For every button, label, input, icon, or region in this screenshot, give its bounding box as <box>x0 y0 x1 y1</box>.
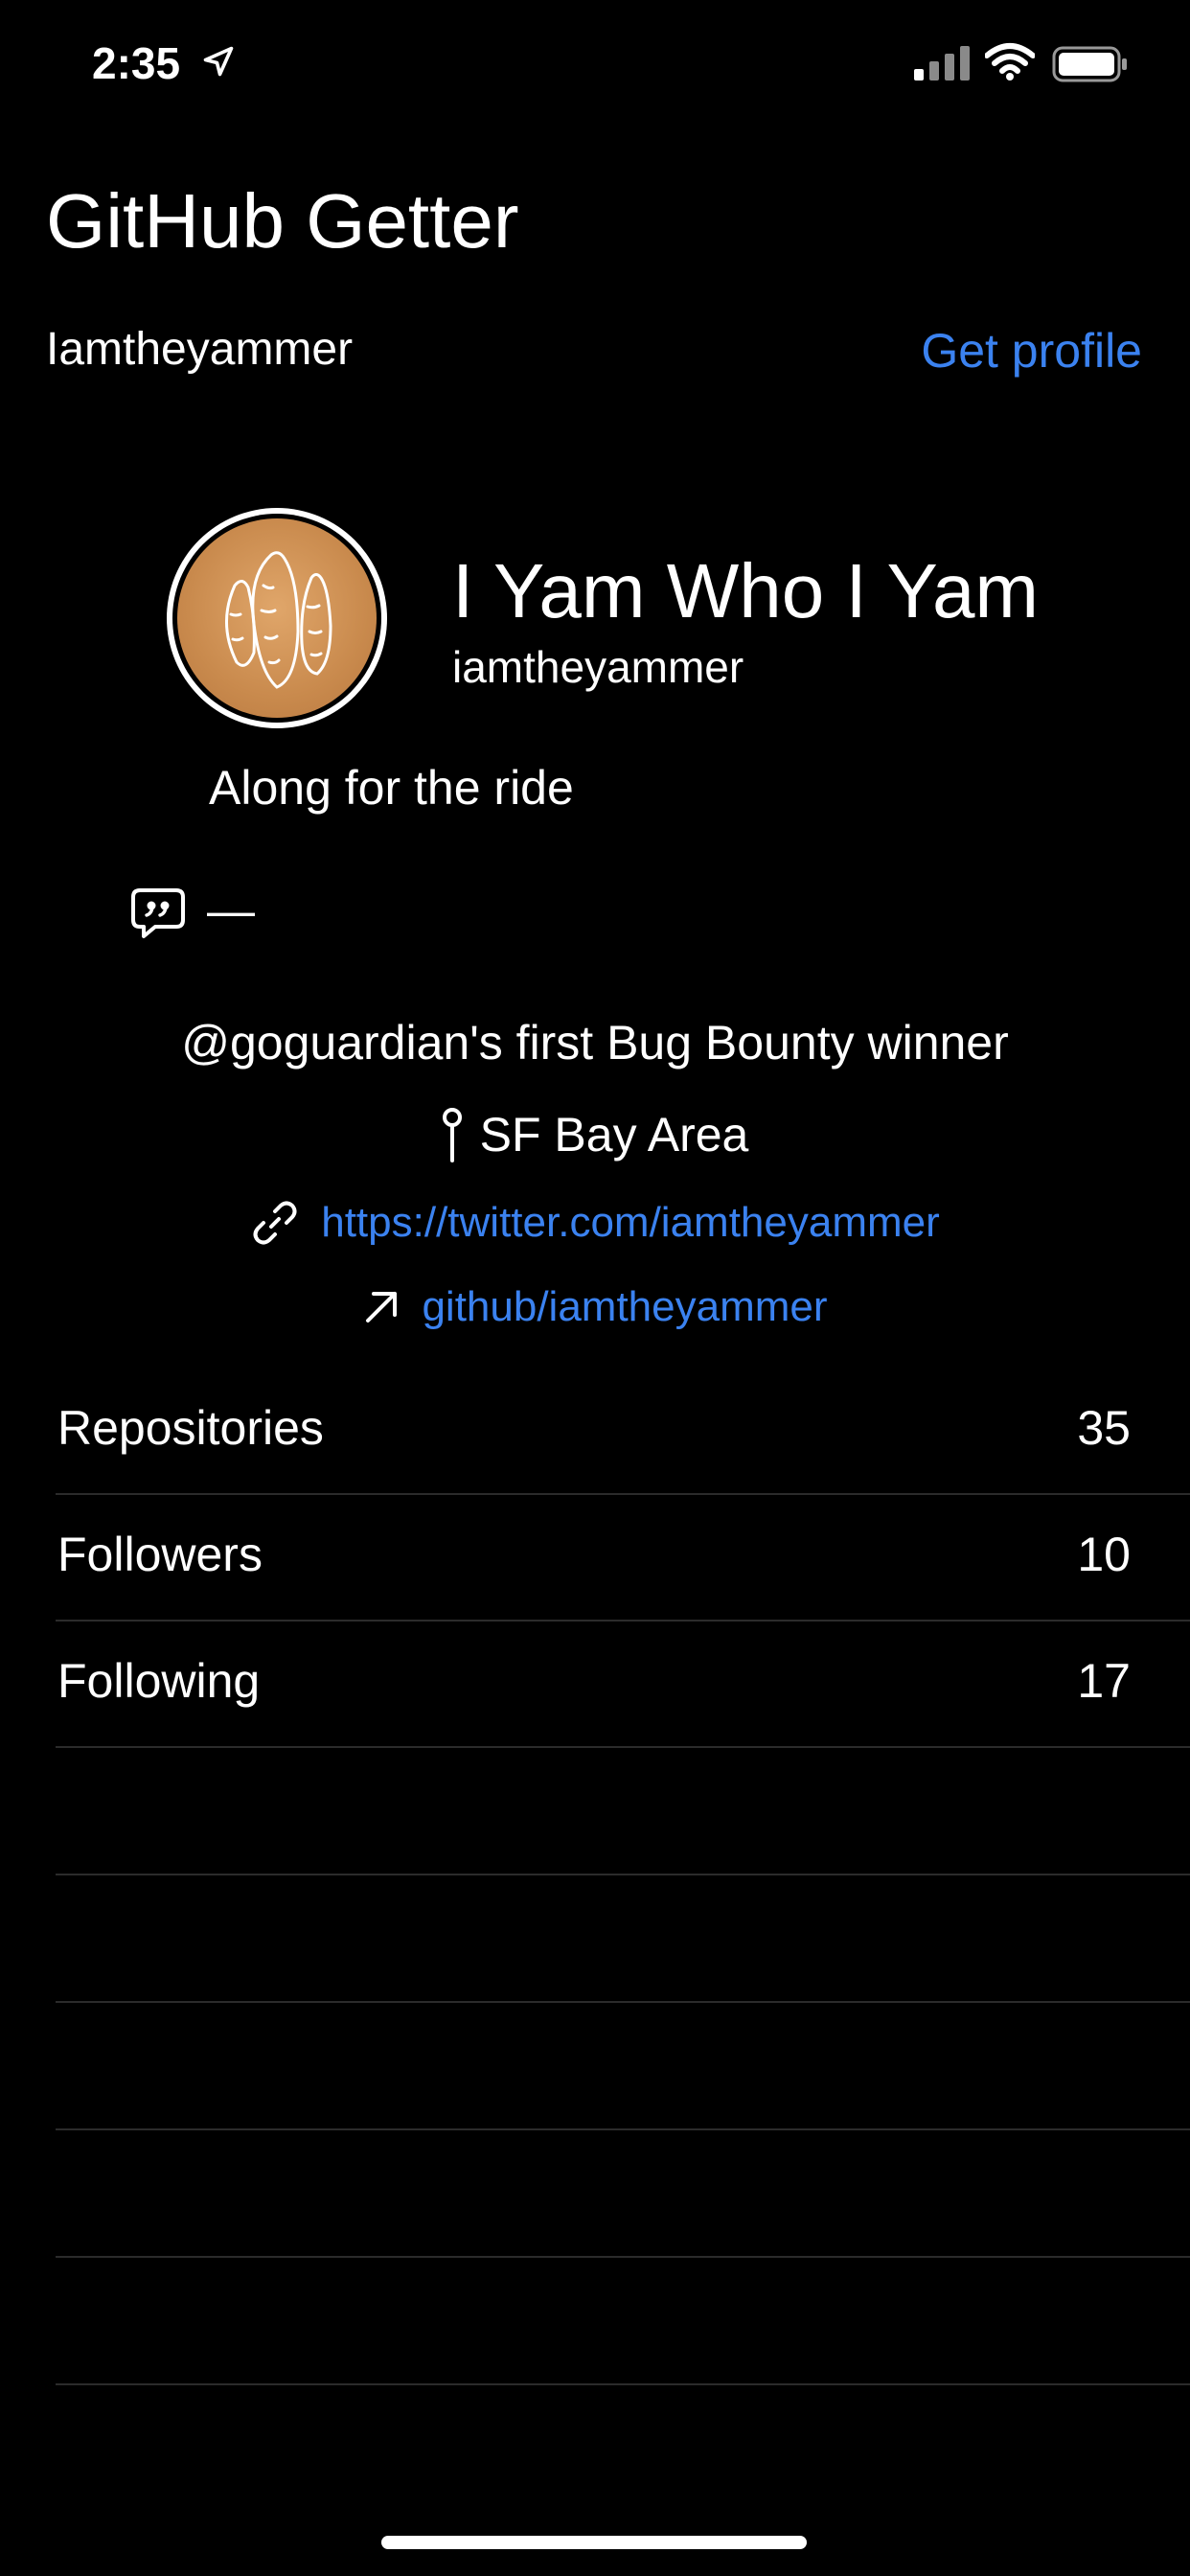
empty-row <box>0 1875 1190 2003</box>
cellular-signal-icon <box>914 46 970 80</box>
display-name: I Yam Who I Yam <box>452 548 1040 633</box>
stat-label: Followers <box>57 1528 263 1581</box>
stat-row-repositories[interactable]: Repositories 35 <box>0 1368 1190 1495</box>
status-time: 2:35 <box>92 38 181 88</box>
empty-row <box>0 2003 1190 2130</box>
stat-value: 10 <box>1077 1528 1131 1581</box>
pin-icon <box>442 1108 462 1162</box>
username-input[interactable] <box>46 320 717 378</box>
github-row: github/iamtheyammer <box>0 1280 1190 1334</box>
github-link[interactable]: github/iamtheyammer <box>422 1280 827 1334</box>
location-arrow-icon <box>203 46 234 77</box>
profile-handle: iamtheyammer <box>452 642 744 692</box>
status-message: Along for the ride <box>209 761 574 815</box>
stats-list: Repositories 35 Followers 10 Following 1… <box>0 1368 1190 2385</box>
stat-row-following[interactable]: Following 17 <box>0 1622 1190 1748</box>
battery-icon <box>1052 46 1127 82</box>
arrow-up-right-icon <box>366 1292 398 1322</box>
link-icon <box>253 1201 297 1245</box>
location-row: SF Bay Area <box>0 1106 1190 1163</box>
website-link[interactable]: https://twitter.com/iamtheyammer <box>321 1196 940 1250</box>
get-profile-button[interactable]: Get profile <box>921 322 1142 380</box>
location-text: SF Bay Area <box>479 1108 749 1162</box>
wifi-icon <box>985 43 1035 80</box>
yam-avatar-icon <box>225 551 332 689</box>
app-title: GitHub Getter <box>46 178 519 264</box>
avatar <box>167 508 387 728</box>
empty-row <box>0 2130 1190 2258</box>
bio: @goguardian's first Bug Bounty winner <box>181 1016 1009 1070</box>
empty-row <box>0 1748 1190 1875</box>
stat-label: Repositories <box>57 1401 324 1455</box>
stat-value: 35 <box>1077 1401 1131 1455</box>
website-row: https://twitter.com/iamtheyammer <box>0 1196 1190 1250</box>
quote-text: — <box>207 884 255 937</box>
stat-label: Following <box>57 1654 261 1708</box>
home-indicator[interactable] <box>381 2536 807 2549</box>
stat-value: 17 <box>1077 1654 1131 1708</box>
speech-bubble-quote-icon <box>131 888 185 938</box>
empty-row <box>0 2258 1190 2385</box>
stat-row-followers[interactable]: Followers 10 <box>0 1495 1190 1622</box>
